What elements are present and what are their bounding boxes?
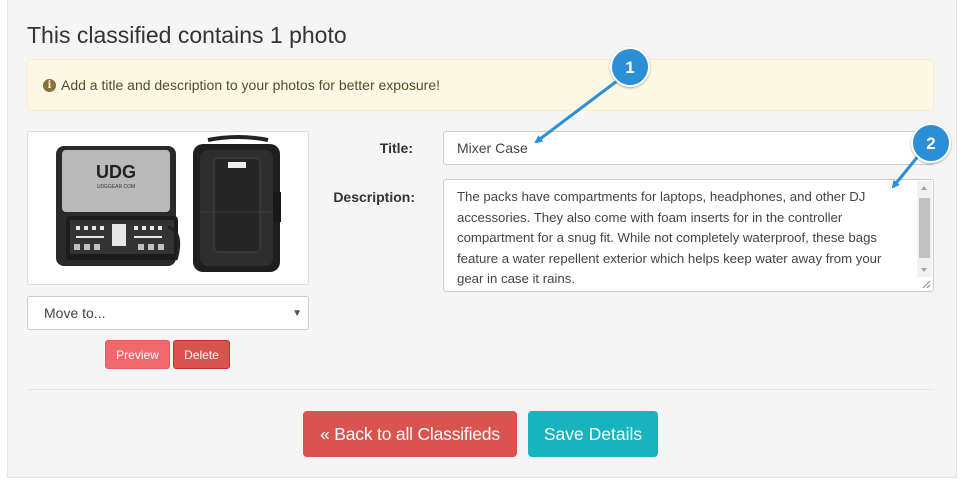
scroll-up-icon[interactable]	[921, 186, 927, 190]
bag-logo: UDG	[96, 162, 136, 182]
preview-button[interactable]: Preview	[105, 340, 170, 369]
resize-handle-icon[interactable]	[922, 280, 931, 289]
chevron-down-icon: ▼	[292, 308, 302, 319]
alert-text: Add a title and description to your phot…	[61, 77, 441, 93]
back-to-classifieds-button[interactable]: « Back to all Classifieds	[303, 411, 517, 457]
scroll-down-icon[interactable]	[921, 268, 927, 272]
delete-button[interactable]: Delete	[173, 340, 230, 369]
scroll-thumb[interactable]	[919, 198, 930, 258]
page-heading: This classified contains 1 photo	[27, 22, 347, 48]
description-textarea[interactable]: The packs have compartments for laptops,…	[443, 179, 934, 292]
title-input-value: Mixer Case	[457, 140, 528, 156]
save-details-button[interactable]: Save Details	[528, 411, 658, 457]
move-to-value: Move to...	[44, 305, 106, 321]
textarea-scrollbar[interactable]	[917, 181, 932, 277]
description-label: Description:	[333, 189, 415, 205]
product-photo: UDG UDGGEAR.COM	[56, 135, 281, 272]
description-value: The packs have compartments for laptops,…	[457, 189, 882, 286]
section-divider	[27, 389, 934, 390]
photo-thumbnail[interactable]: UDG UDGGEAR.COM	[27, 131, 309, 285]
bag-logo-sub: UDGGEAR.COM	[97, 184, 135, 190]
info-circle-icon: i	[43, 78, 56, 92]
move-to-select[interactable]: Move to... ▼	[27, 296, 309, 330]
title-input[interactable]: Mixer Case	[443, 131, 934, 165]
info-alert: i Add a title and description to your ph…	[27, 59, 934, 111]
title-label: Title:	[379, 140, 413, 156]
